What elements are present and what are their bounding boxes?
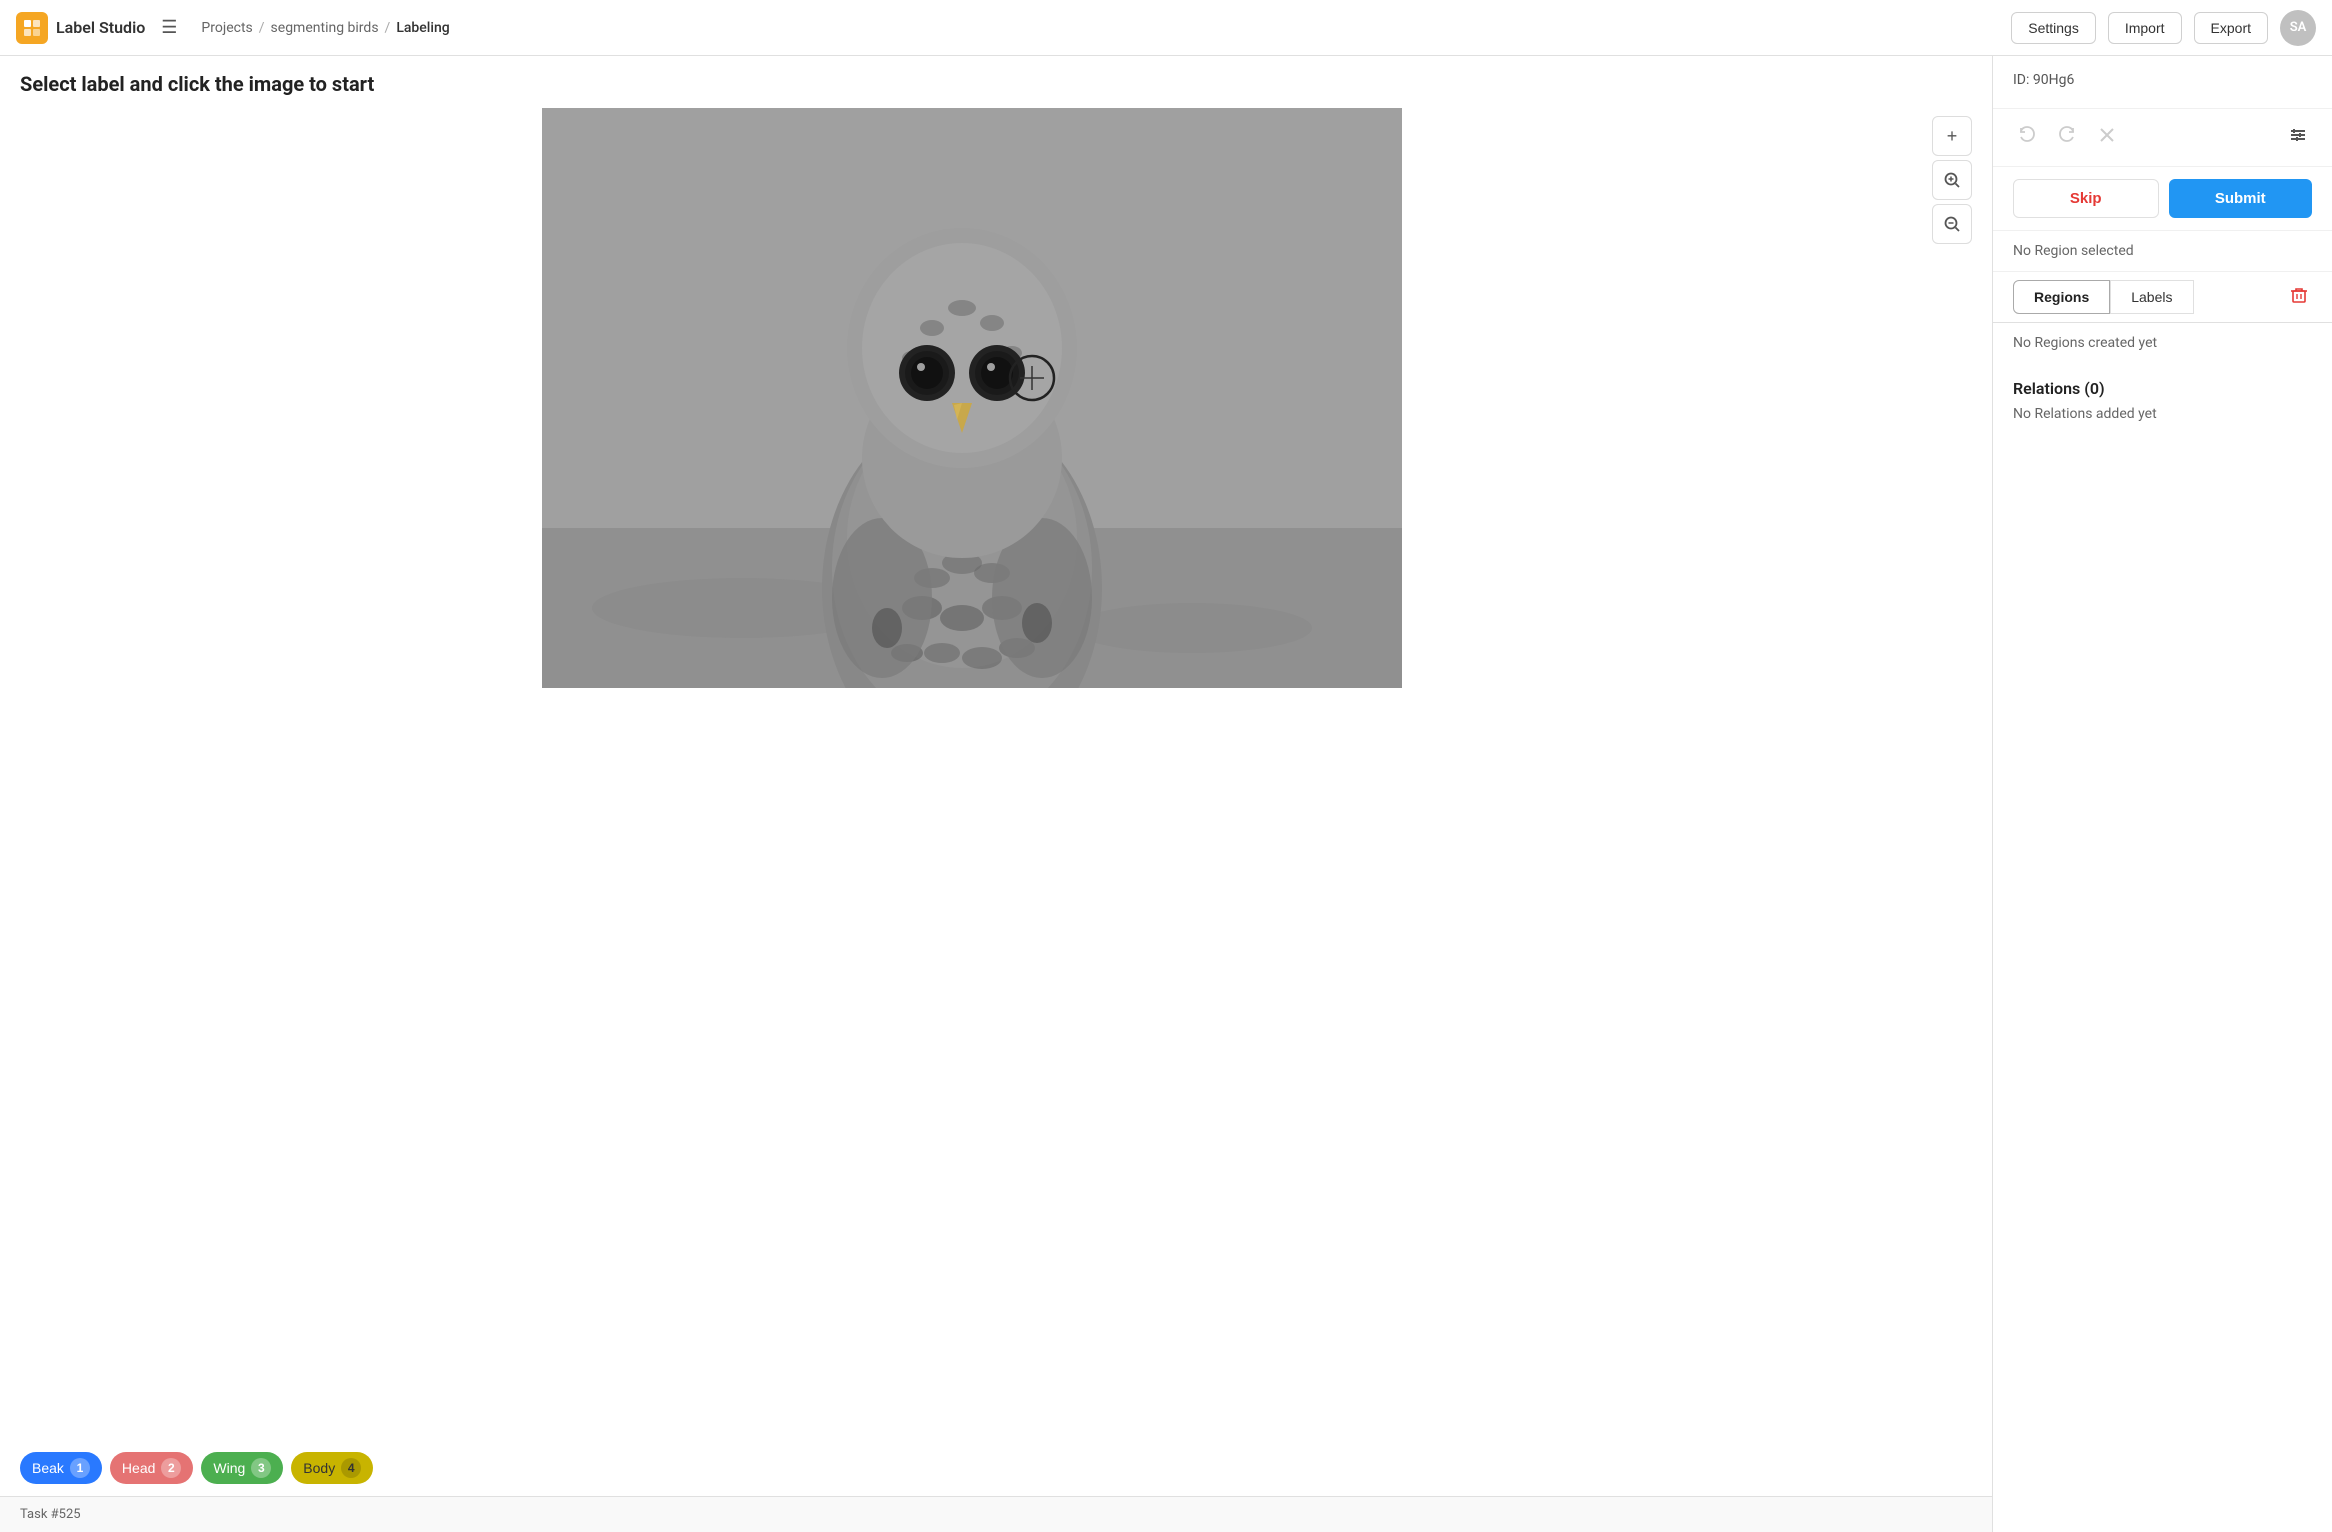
task-id: ID: 90Hg6 (2013, 72, 2312, 88)
zoom-in-button[interactable]: + (1932, 116, 1972, 156)
settings-panel-button[interactable] (2284, 121, 2312, 154)
header: Label Studio ☰ Projects / segmenting bir… (0, 0, 2332, 56)
footer: Task #525 (0, 1496, 1992, 1532)
image-container[interactable] (20, 108, 1924, 688)
settings-button[interactable]: Settings (2011, 12, 2096, 44)
undo-icon (2017, 125, 2037, 145)
canvas-toolbar: + (1924, 108, 1972, 1428)
no-regions-created-text: No Regions created yet (1993, 323, 2332, 363)
zoom-out-icon (1943, 215, 1961, 233)
submit-button[interactable]: Submit (2169, 179, 2313, 218)
app-name: Label Studio (56, 18, 145, 37)
labeling-canvas[interactable] (20, 108, 1924, 688)
label-body[interactable]: Body 4 (291, 1452, 373, 1484)
relations-section: Relations (0) No Relations added yet (1993, 363, 2332, 438)
zoom-out-button[interactable] (1932, 204, 1972, 244)
undo-button[interactable] (2013, 121, 2041, 154)
label-head-num: 2 (161, 1458, 181, 1478)
task-label: Task #525 (20, 1507, 81, 1522)
label-head[interactable]: Head 2 (110, 1452, 193, 1484)
right-panel: ID: 90Hg6 Skip Submit No Region selected (1992, 56, 2332, 1532)
zoom-fit-icon (1943, 171, 1961, 189)
main-layout: Select label and click the image to star… (0, 56, 2332, 1532)
logo-icon (16, 12, 48, 44)
clear-button[interactable] (2093, 121, 2121, 154)
label-wing[interactable]: Wing 3 (201, 1452, 283, 1484)
label-wing-num: 3 (251, 1458, 271, 1478)
breadcrumb-sep1: / (259, 20, 265, 36)
clear-icon (2097, 125, 2117, 145)
trash-icon (2290, 286, 2308, 304)
skip-button[interactable]: Skip (2013, 179, 2159, 218)
redo-button[interactable] (2053, 121, 2081, 154)
settings-icon (2288, 125, 2308, 145)
breadcrumb: Projects / segmenting birds / Labeling (201, 20, 449, 36)
label-body-num: 4 (341, 1458, 361, 1478)
breadcrumb-current: Labeling (396, 20, 449, 36)
avatar[interactable]: SA (2280, 10, 2316, 46)
breadcrumb-project[interactable]: segmenting birds (271, 20, 379, 36)
left-panel: Select label and click the image to star… (0, 56, 1992, 1532)
no-relations-text: No Relations added yet (2013, 406, 2312, 422)
tab-regions[interactable]: Regions (2013, 280, 2110, 314)
breadcrumb-sep2: / (385, 20, 391, 36)
app-logo: Label Studio (16, 12, 145, 44)
export-button[interactable]: Export (2194, 12, 2268, 44)
label-beak-num: 1 (70, 1458, 90, 1478)
no-region-text: No Region selected (1993, 231, 2332, 272)
zoom-fit-button[interactable] (1932, 160, 1972, 200)
label-beak[interactable]: Beak 1 (20, 1452, 102, 1484)
labels-bar: Beak 1 Head 2 Wing 3 Body 4 (0, 1440, 1992, 1496)
tab-labels[interactable]: Labels (2110, 280, 2193, 314)
breadcrumb-projects[interactable]: Projects (201, 20, 252, 36)
task-id-section: ID: 90Hg6 (1993, 56, 2332, 109)
relations-title: Relations (0) (2013, 379, 2312, 398)
action-row: Skip Submit (1993, 167, 2332, 231)
canvas-area: + (0, 108, 1992, 1440)
controls-row (1993, 109, 2332, 167)
tabs-row: Regions Labels (1993, 272, 2332, 323)
delete-regions-button[interactable] (2286, 282, 2312, 313)
import-button[interactable]: Import (2108, 12, 2182, 44)
hamburger-button[interactable]: ☰ (157, 13, 181, 42)
instruction-text: Select label and click the image to star… (0, 56, 1992, 108)
redo-icon (2057, 125, 2077, 145)
